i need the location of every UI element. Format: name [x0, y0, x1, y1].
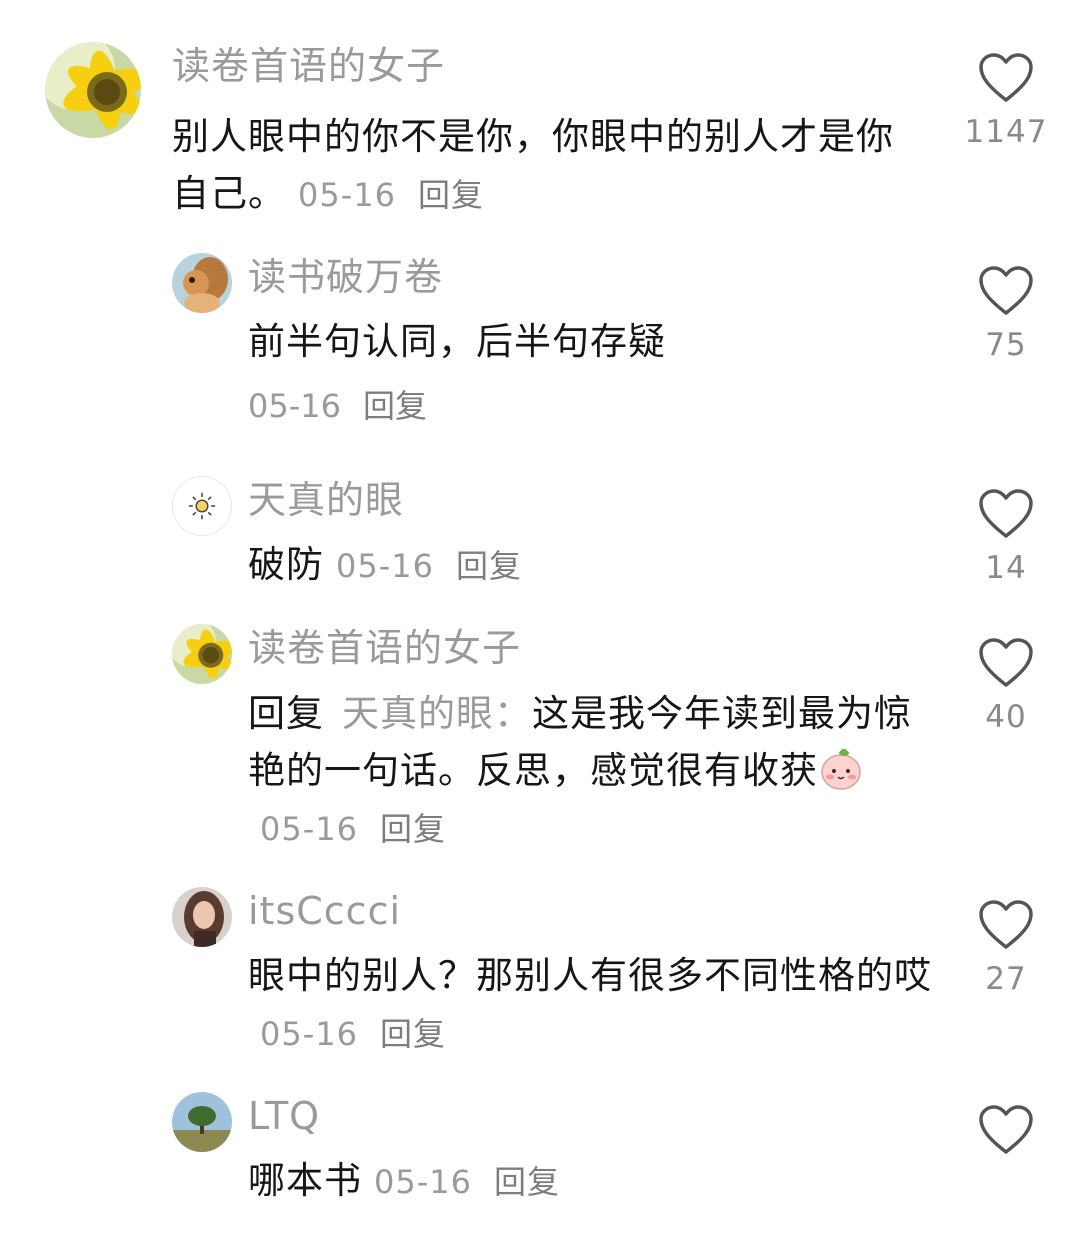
reply-button[interactable]: 回复 — [494, 1163, 560, 1201]
comment-text: 前半句认同，后半句存疑 — [248, 320, 666, 363]
reply-button[interactable]: 回复 — [380, 810, 446, 848]
like-button[interactable]: 14 — [961, 488, 1051, 586]
comment-text: 别人眼中的你不是你，你眼中的别人才是你自己。 — [172, 115, 894, 215]
like-button[interactable]: 1147 — [961, 52, 1051, 150]
comment-date: 05-16 — [374, 1163, 472, 1201]
heart-icon — [979, 266, 1033, 315]
comment-text: 哪本书 — [248, 1159, 362, 1202]
squirrel-avatar[interactable] — [172, 253, 232, 313]
comment-text-block: 破防 05-16 回复 — [248, 536, 928, 595]
like-button[interactable]: 75 — [961, 265, 1051, 363]
heart-icon — [979, 489, 1033, 538]
comment-meta: 05-16 回复 — [248, 386, 427, 426]
comment-author[interactable]: itsCccci — [248, 888, 401, 934]
comment-date: 05-16 — [248, 387, 341, 425]
sunflower-avatar[interactable] — [45, 42, 141, 138]
like-count: 14 — [985, 550, 1027, 586]
comment-author[interactable]: 读书破万卷 — [248, 254, 443, 300]
like-count: 27 — [985, 961, 1027, 997]
comment-author[interactable]: 天真的眼 — [248, 477, 404, 523]
like-button[interactable]: 27 — [961, 899, 1051, 997]
like-count: 40 — [985, 699, 1027, 735]
comment-text-block: 别人眼中的你不是你，你眼中的别人才是你自己。 05-16 回复 — [172, 108, 922, 224]
like-count: 1147 — [964, 114, 1048, 150]
comment-date: 05-16 — [336, 547, 434, 585]
reply-button[interactable]: 回复 — [418, 176, 484, 214]
tree-landscape-avatar[interactable] — [172, 1092, 232, 1152]
heart-icon — [979, 53, 1033, 102]
comment-text: 破防 — [248, 543, 324, 586]
like-button[interactable]: 40 — [961, 637, 1051, 735]
sunflower-avatar[interactable] — [172, 624, 232, 684]
heart-icon — [979, 1105, 1033, 1154]
comment-date: 05-16 — [298, 176, 396, 214]
comment-text-block: 回复 天真的眼：这是我今年读到最为惊艳的一句话。反思，感觉很有收获05-16 回复 — [248, 685, 928, 858]
like-button[interactable] — [961, 1104, 1051, 1166]
comment-text-block: 哪本书 05-16 回复 — [248, 1152, 928, 1211]
comment-date: 05-16 — [260, 810, 358, 848]
comment-author[interactable]: 读卷首语的女子 — [248, 625, 521, 671]
reply-button[interactable]: 回复 — [456, 547, 522, 585]
heart-icon — [979, 638, 1033, 687]
reply-button[interactable]: 回复 — [363, 387, 427, 425]
comment-text-block: 前半句认同，后半句存疑 — [248, 313, 928, 370]
comment-text: 眼中的别人？那别人有很多不同性格的哎 — [248, 954, 932, 997]
comment-author[interactable]: 读卷首语的女子 — [172, 43, 445, 89]
reply-button[interactable]: 回复 — [380, 1015, 446, 1053]
reply-target[interactable]: 天真的眼： — [342, 692, 532, 735]
comment-author[interactable]: LTQ — [248, 1093, 320, 1139]
peach-face-emoji — [821, 748, 861, 790]
portrait-avatar[interactable] — [172, 887, 232, 947]
reply-prefix: 回复 — [248, 692, 324, 735]
comment-text-block: 眼中的别人？那别人有很多不同性格的哎 05-16 回复 — [248, 947, 938, 1063]
like-count: 75 — [985, 327, 1027, 363]
heart-icon — [979, 900, 1033, 949]
comment-date: 05-16 — [260, 1015, 358, 1053]
sun-avatar[interactable] — [172, 476, 232, 536]
